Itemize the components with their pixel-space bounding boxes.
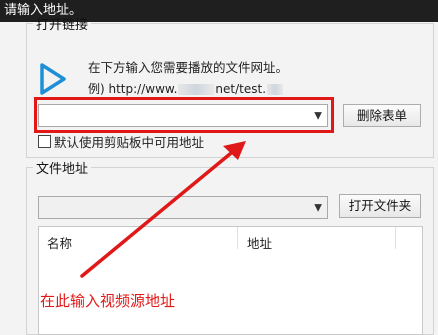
example-url: 例) http://www. net/test. [88, 80, 284, 97]
play-icon [40, 63, 66, 95]
clipboard-checkbox-row[interactable]: 默认使用剪贴板中可用地址 [38, 132, 204, 151]
column-header-name[interactable]: 名称 [47, 233, 72, 252]
open-link-legend: 打开链接 [36, 18, 89, 33]
chevron-down-icon[interactable]: ▼ [314, 110, 322, 121]
column-header-address[interactable]: 地址 [247, 233, 272, 252]
redacted-blur [178, 84, 215, 95]
example-url-middle: net/test. [215, 82, 267, 96]
file-path-select[interactable]: ▼ [38, 196, 328, 219]
clipboard-checkbox-label: 默认使用剪贴板中可用地址 [54, 135, 205, 150]
redacted-blur [267, 84, 284, 95]
delete-form-button[interactable]: 删除表单 [343, 104, 421, 127]
annotation-text: 在此输入视频源地址 [40, 292, 176, 310]
open-folder-button[interactable]: 打开文件夹 [339, 194, 421, 218]
example-url-prefix: 例) http://www. [88, 82, 178, 96]
url-input[interactable]: ▼ [38, 104, 328, 127]
file-list[interactable]: 名称 地址 [38, 226, 423, 335]
instruction-text: 在下方输入您需要播放的文件网址。 [88, 60, 289, 75]
column-divider [395, 227, 396, 249]
clipboard-checkbox[interactable] [38, 135, 51, 148]
file-address-legend: 文件地址 [36, 162, 89, 177]
column-divider [237, 227, 238, 249]
chevron-down-icon[interactable]: ▼ [314, 202, 322, 213]
